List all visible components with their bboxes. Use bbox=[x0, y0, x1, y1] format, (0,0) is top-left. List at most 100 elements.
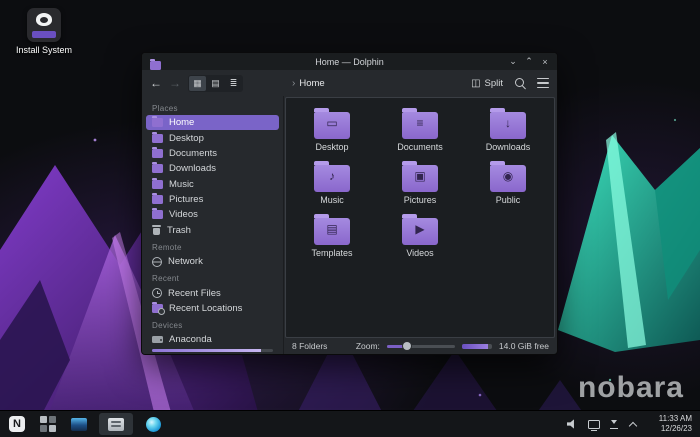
sidebar-item-downloads[interactable]: Downloads bbox=[146, 161, 279, 176]
split-view-icon: ◫ bbox=[471, 78, 480, 89]
browser-task-button[interactable] bbox=[142, 413, 164, 435]
folder-view[interactable]: ▭ Desktop ≡ Documents ↓ Dow bbox=[285, 97, 555, 338]
breadcrumb-home[interactable]: Home bbox=[299, 78, 324, 89]
sidebar-item-label: Recent Files bbox=[168, 288, 221, 299]
sidebar-item-anaconda[interactable]: Anaconda bbox=[146, 332, 279, 347]
sidebar-item-desktop[interactable]: Desktop bbox=[146, 130, 279, 145]
places-panel: Places Home Desktop Documents Downloads bbox=[142, 96, 284, 354]
close-icon[interactable]: × bbox=[537, 57, 553, 67]
sidebar-item-recent-files[interactable]: Recent Files bbox=[146, 285, 279, 300]
pinned-app-icon bbox=[71, 418, 87, 431]
sidebar-item-label: Music bbox=[169, 179, 194, 190]
compact-view-icon[interactable]: ▤ bbox=[207, 76, 224, 91]
hamburger-menu-icon[interactable] bbox=[537, 78, 549, 88]
folder-item-downloads[interactable]: ↓ Downloads bbox=[464, 107, 552, 152]
folder-icon bbox=[152, 180, 163, 189]
folder-icon: ↓ bbox=[490, 112, 526, 139]
folder-icon bbox=[152, 149, 163, 158]
section-header-remote: Remote bbox=[142, 238, 283, 254]
zoom-slider-handle[interactable] bbox=[403, 342, 411, 350]
folder-label: Public bbox=[464, 195, 552, 205]
volume-icon[interactable] bbox=[567, 419, 579, 430]
breadcrumb-chevron-icon: › bbox=[292, 78, 295, 89]
sidebar-item-pictures[interactable]: Pictures bbox=[146, 192, 279, 207]
anaconda-logo-icon bbox=[36, 13, 52, 26]
folder-item-music[interactable]: ♪ Music bbox=[288, 160, 376, 205]
folder-label: Documents bbox=[376, 142, 464, 152]
icons-view-icon[interactable]: ▦ bbox=[189, 76, 206, 91]
window-body: Places Home Desktop Documents Downloads bbox=[142, 96, 557, 354]
pinned-app-button[interactable] bbox=[68, 413, 90, 435]
sidebar-item-root[interactable]: root bbox=[146, 354, 279, 355]
taskbar: N 11:33 AM 12/26/23 bbox=[0, 410, 700, 437]
section-header-recent: Recent bbox=[142, 269, 283, 285]
folder-item-templates[interactable]: ▤ Templates bbox=[288, 213, 376, 258]
file-manager-icon bbox=[108, 418, 124, 431]
toolbar: ← → ▦ ▤ ≣ › Home ◫ Split bbox=[142, 70, 557, 96]
folder-item-desktop[interactable]: ▭ Desktop bbox=[288, 107, 376, 152]
maximize-icon[interactable]: ⌃ bbox=[521, 56, 537, 67]
view-mode-group: ▦ ▤ ≣ bbox=[188, 75, 243, 92]
updates-tray-icon[interactable] bbox=[609, 419, 619, 429]
sidebar-item-network[interactable]: Network bbox=[146, 254, 279, 269]
folder-icon bbox=[152, 210, 163, 219]
window-title: Home — Dolphin bbox=[142, 57, 557, 67]
browser-icon bbox=[146, 417, 161, 432]
nobara-logo-icon: N bbox=[9, 416, 25, 432]
system-tray bbox=[567, 419, 637, 430]
clock-time: 11:33 AM bbox=[650, 414, 692, 424]
folder-item-documents[interactable]: ≡ Documents bbox=[376, 107, 464, 152]
desktop: nobara Install System Home — Dolphin ⌄ ⌃… bbox=[0, 0, 700, 437]
folder-icon: ♪ bbox=[314, 165, 350, 192]
breadcrumb[interactable]: › Home bbox=[284, 78, 471, 89]
statusbar: 8 Folders Zoom: 14.0 GiB free bbox=[284, 338, 557, 354]
split-button[interactable]: ◫ Split bbox=[471, 78, 503, 89]
downloads-emblem-icon: ↓ bbox=[490, 117, 526, 129]
search-icon[interactable] bbox=[514, 77, 526, 89]
zoom-slider[interactable] bbox=[387, 345, 455, 348]
minimize-icon[interactable]: ⌄ bbox=[505, 56, 521, 67]
network-tray-icon[interactable] bbox=[588, 420, 600, 429]
tray-expander-icon[interactable] bbox=[628, 420, 637, 429]
nobara-watermark: nobara bbox=[578, 371, 684, 405]
app-launcher-button[interactable]: N bbox=[6, 413, 28, 435]
sidebar-item-trash[interactable]: Trash bbox=[146, 223, 279, 238]
folder-label: Templates bbox=[288, 248, 376, 258]
sidebar-item-documents[interactable]: Documents bbox=[146, 146, 279, 161]
installer-badge bbox=[32, 31, 56, 38]
folder-label: Downloads bbox=[464, 142, 552, 152]
drive-icon bbox=[152, 336, 163, 343]
pager-widget[interactable] bbox=[37, 413, 59, 435]
pictures-emblem-icon: ▣ bbox=[402, 170, 438, 182]
sidebar-item-home[interactable]: Home bbox=[146, 115, 279, 130]
install-system-shortcut[interactable]: Install System bbox=[12, 8, 76, 55]
forward-icon[interactable]: → bbox=[169, 77, 181, 89]
folder-item-videos[interactable]: ▶ Videos bbox=[376, 213, 464, 258]
back-icon[interactable]: ← bbox=[150, 77, 162, 89]
desktop-emblem-icon: ▭ bbox=[314, 117, 350, 129]
free-space-text: 14.0 GiB free bbox=[499, 341, 549, 351]
folder-item-public[interactable]: ◉ Public bbox=[464, 160, 552, 205]
folder-icon: ≡ bbox=[402, 112, 438, 139]
folder-label: Pictures bbox=[376, 195, 464, 205]
titlebar[interactable]: Home — Dolphin ⌄ ⌃ × bbox=[142, 53, 557, 70]
sidebar-item-label: Pictures bbox=[169, 194, 203, 205]
folder-clock-icon bbox=[152, 304, 163, 313]
dolphin-task-button[interactable] bbox=[99, 413, 133, 435]
sidebar-item-recent-locations[interactable]: Recent Locations bbox=[146, 301, 279, 316]
details-view-icon[interactable]: ≣ bbox=[225, 76, 242, 91]
sidebar-item-label: Anaconda bbox=[169, 334, 212, 345]
trash-icon bbox=[152, 225, 161, 235]
anaconda-usage-bar bbox=[152, 349, 273, 352]
free-space-bar bbox=[462, 344, 492, 349]
sidebar-item-music[interactable]: Music bbox=[146, 177, 279, 192]
folder-icon: ▶ bbox=[402, 218, 438, 245]
dolphin-window: Home — Dolphin ⌄ ⌃ × ← → ▦ ▤ ≣ › Home bbox=[141, 52, 558, 355]
folder-item-pictures[interactable]: ▣ Pictures bbox=[376, 160, 464, 205]
sidebar-item-videos[interactable]: Videos bbox=[146, 207, 279, 222]
clock-date: 12/26/23 bbox=[650, 424, 692, 434]
clock-widget[interactable]: 11:33 AM 12/26/23 bbox=[650, 414, 692, 434]
section-header-places: Places bbox=[142, 99, 283, 115]
toolbar-actions: ◫ Split bbox=[471, 77, 551, 89]
documents-emblem-icon: ≡ bbox=[402, 117, 438, 129]
